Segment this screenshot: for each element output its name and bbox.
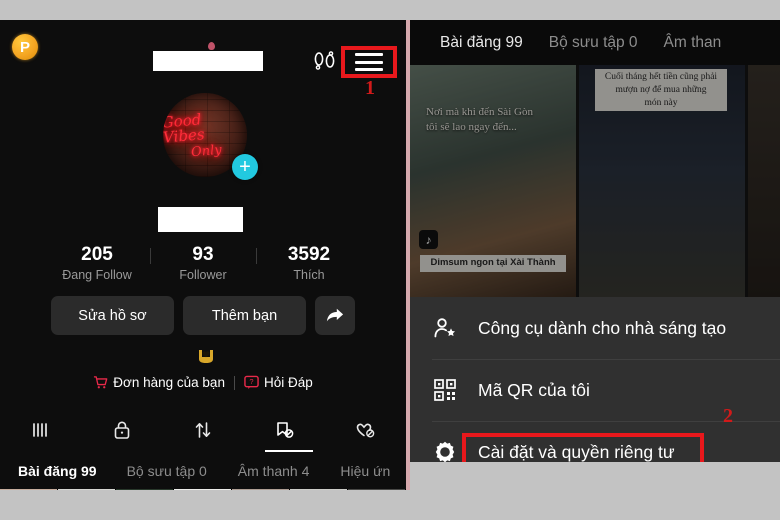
tiktok-badge-icon: ♪ — [419, 230, 438, 249]
stat-value: 205 — [81, 244, 113, 265]
video-overlay-text: Nơi mà khi đến Sài Gòn tôi sẽ lao ngay đ… — [426, 106, 533, 134]
person-star-icon — [432, 315, 458, 341]
tab-collections[interactable]: Bộ sưu tập 0 — [127, 463, 207, 479]
profile-menu-sheet: Công cụ dành cho nhà sáng tạo Mã QR của … — [410, 297, 780, 473]
video-thumbnail[interactable] — [748, 65, 780, 297]
username-redaction — [153, 51, 263, 71]
stat-likes[interactable]: 3592 Thích — [257, 244, 362, 282]
lock-icon[interactable] — [111, 419, 133, 441]
thumbnail[interactable] — [348, 489, 406, 490]
stat-value: 3592 — [287, 244, 331, 265]
cart-icon — [93, 375, 108, 390]
edit-profile-button[interactable]: Sửa hồ sơ — [51, 296, 174, 335]
stat-followers[interactable]: 93 Follower — [151, 244, 256, 282]
hamburger-menu-icon[interactable] — [355, 53, 383, 71]
link-divider — [233, 375, 235, 390]
hamburger-menu-highlight[interactable] — [341, 46, 397, 78]
bookmark-off-icon[interactable] — [265, 419, 314, 452]
handle-redaction — [158, 207, 243, 232]
add-friend-button[interactable]: Thêm bạn — [183, 296, 306, 335]
stat-value: 93 — [192, 244, 214, 265]
profile-topbar: P 1 — [0, 20, 406, 99]
left-content-tabs: Bài đăng 99 Bộ sưu tập 0 Âm thanh 4 Hiệu… — [0, 454, 406, 488]
neon-line-2: Only — [190, 142, 223, 161]
tab-collections[interactable]: Bộ sưu tập 0 — [549, 34, 638, 52]
grid-icon[interactable] — [30, 419, 52, 441]
thumbnail[interactable] — [116, 489, 174, 490]
qna-link-label: Hỏi Đáp — [263, 375, 313, 390]
menu-item-creator-tools[interactable]: Công cụ dành cho nhà sáng tạo — [410, 297, 780, 359]
tab-sounds[interactable]: Âm thanh 4 — [238, 463, 310, 479]
thumbnail[interactable] — [0, 489, 58, 490]
thumbnail[interactable] — [290, 489, 348, 490]
add-avatar-button[interactable]: + — [232, 154, 258, 180]
qr-code-icon — [432, 377, 458, 403]
neon-line-1: Good Vibes — [163, 110, 206, 147]
stat-following[interactable]: 205 Đang Follow — [45, 244, 150, 282]
stat-label: Follower — [179, 267, 227, 282]
annotation-step-2: 2 — [723, 405, 733, 427]
profile-quick-links: Đơn hàng của bạn ? Hỏi Đáp — [0, 375, 406, 390]
thumbnail[interactable] — [232, 489, 290, 490]
tab-posts[interactable]: Bài đăng 99 — [440, 34, 523, 52]
right-phone-screen: Bài đăng 99 Bộ sưu tập 0 Âm than Nơi mà … — [410, 20, 780, 490]
share-arrow-icon — [326, 308, 344, 321]
menu-item-label: Mã QR của tôi — [478, 379, 590, 400]
video-thumbnail[interactable]: Nơi mà khi đến Sài Gòn tôi sẽ lao ngay đ… — [410, 65, 576, 297]
orders-link-label: Đơn hàng của bạn — [113, 375, 225, 390]
stat-label: Đang Follow — [62, 267, 132, 282]
right-content-tabs: Bài đăng 99 Bộ sưu tập 0 Âm than — [410, 20, 780, 65]
repost-icon[interactable] — [192, 419, 214, 441]
video-caption: Cuối tháng hết tiền cũng phải mượn nợ để… — [595, 69, 727, 112]
svg-text:?: ? — [249, 377, 253, 386]
menu-item-label: Cài đặt và quyền riêng tư — [478, 441, 675, 462]
video-grid: Nơi mà khi đến Sài Gòn tôi sẽ lao ngay đ… — [410, 65, 780, 297]
left-phone-screen: P 1 Good Vibes Only + 205 Đang Follow 93… — [0, 20, 406, 490]
coin-icon[interactable]: P — [12, 34, 38, 60]
share-profile-button[interactable] — [315, 296, 355, 335]
video-caption: Dimsum ngon tại Xài Thành — [420, 255, 566, 272]
question-bubble-icon: ? — [244, 375, 259, 390]
stat-label: Thích — [293, 267, 325, 282]
video-thumbnail[interactable]: Cuối tháng hết tiền cũng phải mượn nợ để… — [579, 65, 745, 297]
bottom-gray-band — [410, 462, 780, 490]
thumbnail[interactable] — [58, 489, 116, 490]
avatar[interactable]: Good Vibes Only + — [163, 93, 258, 180]
profile-actions: Sửa hồ sơ Thêm bạn — [0, 296, 406, 335]
content-tab-icons — [0, 410, 406, 452]
tab-sounds[interactable]: Âm than — [664, 34, 722, 52]
qna-link[interactable]: ? Hỏi Đáp — [244, 375, 313, 390]
heart-off-icon[interactable] — [354, 419, 376, 441]
left-thumbnail-strip — [0, 489, 406, 490]
heart-hands-icon — [196, 348, 216, 364]
menu-item-label: Công cụ dành cho nhà sáng tạo — [478, 317, 727, 338]
orders-link[interactable]: Đơn hàng của bạn — [93, 375, 225, 390]
profile-stats: 205 Đang Follow 93 Follower 3592 Thích — [0, 244, 406, 282]
decorative-dot — [208, 42, 215, 50]
thumbnail[interactable] — [174, 489, 232, 490]
tab-posts[interactable]: Bài đăng 99 — [18, 463, 97, 479]
screenshot-root: P 1 Good Vibes Only + 205 Đang Follow 93… — [0, 0, 780, 520]
annotation-step-1: 1 — [365, 77, 375, 99]
footprints-icon[interactable] — [312, 50, 338, 72]
tab-effects[interactable]: Hiệu ứn — [340, 463, 390, 479]
